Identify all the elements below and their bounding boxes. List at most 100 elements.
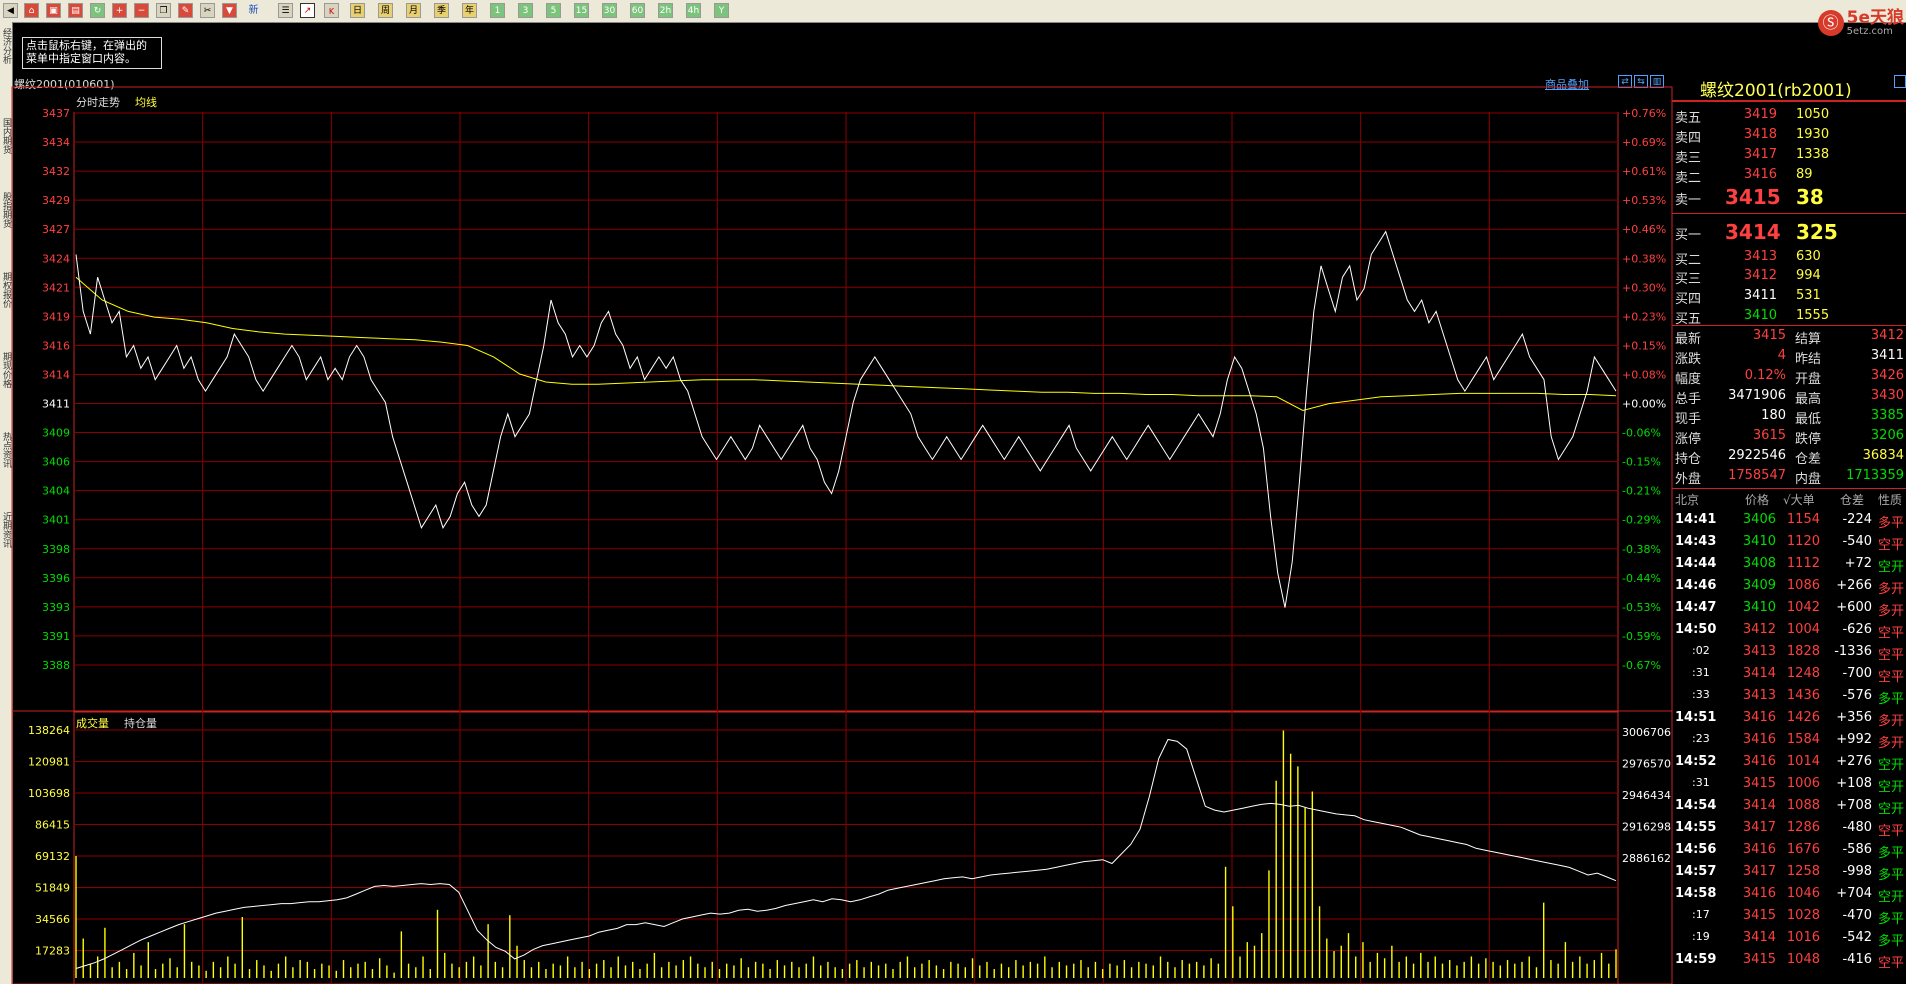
stat-value: 4 xyxy=(1777,348,1786,363)
pct-tick-label: +0.15% xyxy=(1622,339,1666,352)
tick-time: :33 xyxy=(1692,688,1710,701)
stat-value: 36834 xyxy=(1862,448,1904,463)
ask-level-volume: 1050 xyxy=(1796,107,1830,122)
tick-price: 3413 xyxy=(1742,688,1776,703)
oi-tick-label: 2886162 xyxy=(1622,852,1671,865)
tick-time: 14:57 xyxy=(1675,864,1717,879)
panel1-label: 分时走势 xyxy=(76,96,120,109)
stat-label: 最高 xyxy=(1795,392,1822,407)
bid-level-price: 3412 xyxy=(1743,268,1777,283)
tick-header: 性质 xyxy=(1878,493,1903,507)
pct-tick-label: -0.15% xyxy=(1622,456,1661,469)
panel-toggle-icon[interactable] xyxy=(1894,75,1906,88)
ask-level-volume: 1338 xyxy=(1796,147,1830,162)
chart-canvas[interactable]: 3437 +0.76% 3434 +0.69% 3432 +0.61% 3429 +0.53%… xyxy=(0,0,1906,984)
ask-level-price: 3419 xyxy=(1743,107,1777,122)
tick-oi-diff: +276 xyxy=(1836,754,1872,769)
stat-label: 开盘 xyxy=(1795,372,1822,387)
tick-volume: 1120 xyxy=(1786,534,1820,549)
tick-volume: 1004 xyxy=(1786,622,1820,637)
pct-tick-label: +0.53% xyxy=(1622,194,1666,207)
pct-tick-label: -0.38% xyxy=(1622,543,1661,556)
tick-price: 3415 xyxy=(1742,776,1776,791)
tick-oi-diff: -542 xyxy=(1842,930,1872,945)
panel1-avg-label: 均线 xyxy=(135,95,157,109)
tick-header: 仓差 xyxy=(1840,493,1865,507)
stat-label: 内盘 xyxy=(1795,472,1822,487)
pct-tick-label: +0.00% xyxy=(1622,398,1666,411)
pct-tick-label: -0.59% xyxy=(1622,630,1661,643)
ask-level-price: 3417 xyxy=(1743,147,1777,162)
price-tick-label: 3424 xyxy=(42,252,70,265)
stat-label: 昨结 xyxy=(1795,352,1822,367)
tick-nature: 空开 xyxy=(1878,890,1905,905)
ask-level-label: 卖一 xyxy=(1675,193,1702,208)
pct-tick-label: -0.06% xyxy=(1622,427,1661,440)
price-tick-label: 3401 xyxy=(42,514,70,527)
tick-price: 3410 xyxy=(1742,534,1776,549)
ask-bid-divider xyxy=(1672,213,1906,214)
tick-nature: 多平 xyxy=(1878,692,1905,707)
tick-nature: 多开 xyxy=(1878,714,1905,729)
tick-oi-diff: +704 xyxy=(1836,886,1872,901)
price-tick-label: 3391 xyxy=(42,630,70,643)
tick-volume: 1258 xyxy=(1786,864,1820,879)
tick-oi-diff: +72 xyxy=(1844,556,1872,571)
tick-oi-diff: -416 xyxy=(1842,952,1872,967)
tick-price: 3416 xyxy=(1742,732,1776,747)
bid-level-volume: 325 xyxy=(1796,220,1838,244)
stat-value: 0.12% xyxy=(1744,368,1786,383)
stat-value: 3411 xyxy=(1870,348,1904,363)
tick-oi-diff: +108 xyxy=(1836,776,1872,791)
tick-price: 3417 xyxy=(1742,864,1776,879)
stat-value: 1758547 xyxy=(1728,468,1786,483)
tick-price: 3416 xyxy=(1742,754,1776,769)
stats-ticks-divider xyxy=(1672,488,1906,489)
tick-header: 价格 xyxy=(1745,493,1770,507)
pct-tick-label: +0.61% xyxy=(1622,165,1666,178)
tick-time: :02 xyxy=(1692,644,1710,657)
tick-price: 3410 xyxy=(1742,600,1776,615)
pct-tick-label: +0.69% xyxy=(1622,136,1666,149)
ask-level-label: 卖二 xyxy=(1675,171,1702,186)
tick-nature: 空平 xyxy=(1878,670,1905,685)
price-tick-label: 3434 xyxy=(42,136,70,149)
panel2-volume-label: 成交量 xyxy=(76,716,109,730)
tick-volume: 1048 xyxy=(1786,952,1820,967)
tick-price: 3414 xyxy=(1742,666,1776,681)
tick-time: :19 xyxy=(1692,930,1710,943)
quote-title: 螺纹2001(rb2001) xyxy=(1700,81,1852,101)
tick-oi-diff: +266 xyxy=(1836,578,1872,593)
stat-value: 180 xyxy=(1761,408,1786,423)
tick-time: 14:56 xyxy=(1675,842,1717,857)
stat-value: 1713359 xyxy=(1846,468,1904,483)
tick-oi-diff: -1336 xyxy=(1834,644,1872,659)
tick-volume: 1016 xyxy=(1786,930,1820,945)
tick-oi-diff: -470 xyxy=(1842,908,1872,923)
pct-tick-label: -0.53% xyxy=(1622,601,1661,614)
oi-tick-label: 2946434 xyxy=(1622,789,1671,802)
tick-time: 14:54 xyxy=(1675,798,1717,813)
tick-volume: 1426 xyxy=(1786,710,1820,725)
price-tick-label: 3421 xyxy=(42,281,70,294)
tick-volume: 1042 xyxy=(1786,600,1820,615)
volume-tick-label: 17283 xyxy=(35,945,70,958)
volume-tick-label: 103698 xyxy=(28,787,70,800)
price-tick-label: 3429 xyxy=(42,194,70,207)
stat-label: 现手 xyxy=(1675,412,1702,427)
tick-volume: 1248 xyxy=(1786,666,1820,681)
tick-time: 14:43 xyxy=(1675,534,1717,549)
bid-level-price: 3414 xyxy=(1725,220,1781,244)
tick-nature: 多平 xyxy=(1878,846,1905,861)
tick-oi-diff: +356 xyxy=(1836,710,1872,725)
price-tick-label: 3396 xyxy=(42,572,70,585)
volume-tick-label: 86415 xyxy=(35,819,70,832)
tick-volume: 1006 xyxy=(1786,776,1820,791)
stat-label: 结算 xyxy=(1795,332,1822,347)
tick-nature: 多开 xyxy=(1878,736,1905,751)
tick-time: 14:44 xyxy=(1675,556,1717,571)
tick-price: 3415 xyxy=(1742,952,1776,967)
tick-nature: 空平 xyxy=(1878,956,1905,971)
stat-value: 3385 xyxy=(1870,408,1904,423)
tick-price: 3408 xyxy=(1742,556,1776,571)
